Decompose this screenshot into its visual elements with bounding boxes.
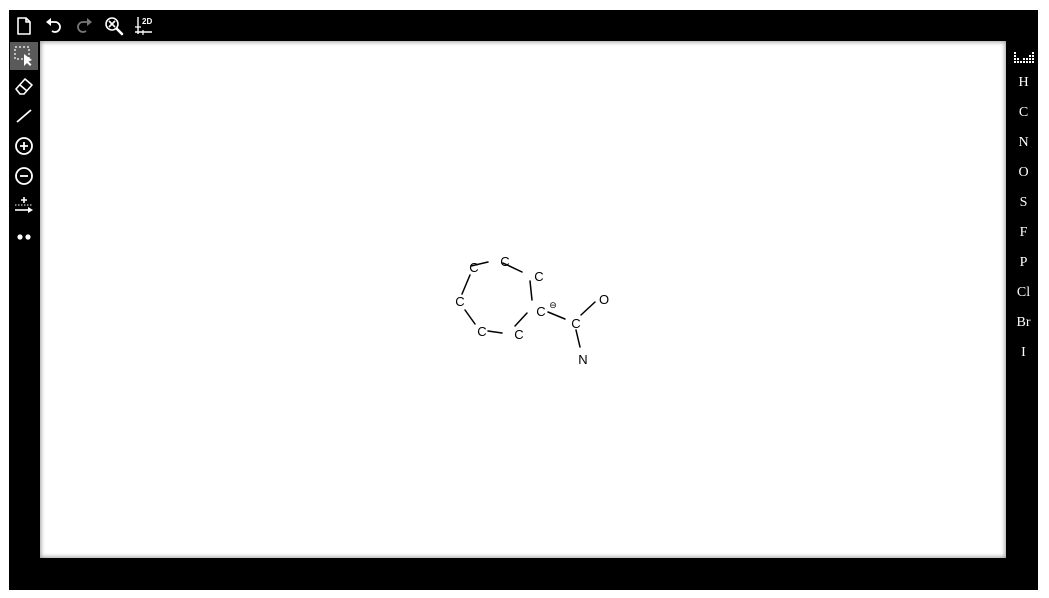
periodic-table-icon: [1013, 52, 1034, 63]
atom-c4[interactable]: C: [536, 304, 545, 319]
element-button-f[interactable]: F: [1009, 219, 1038, 247]
element-button-s[interactable]: S: [1009, 189, 1038, 217]
element-button-h[interactable]: H: [1009, 69, 1038, 97]
redo-button[interactable]: [71, 13, 97, 39]
positive-charge-icon: [15, 137, 33, 155]
clean-2d-button[interactable]: 2D: [131, 13, 157, 39]
clear-zoom-icon: [105, 17, 124, 36]
bond[interactable]: [464, 309, 476, 325]
element-button-i[interactable]: I: [1009, 339, 1038, 367]
element-button-c[interactable]: C: [1009, 99, 1038, 127]
select-tool-button[interactable]: [10, 42, 38, 70]
bond[interactable]: [529, 280, 533, 301]
negative-charge-button[interactable]: [10, 162, 38, 190]
atom-c2[interactable]: C: [500, 254, 509, 269]
bond-tool-button[interactable]: [10, 102, 38, 130]
atom-nitrogen[interactable]: N: [578, 352, 587, 367]
positive-charge-button[interactable]: [10, 132, 38, 160]
bond[interactable]: [514, 312, 528, 327]
bond-icon: [16, 109, 32, 123]
clean-2d-label: 2D: [142, 17, 152, 26]
atom-c6[interactable]: C: [477, 324, 486, 339]
undo-icon: [46, 18, 61, 33]
editor-frame: 2D C C C C C C C ⊖ C O N H C N O S F P C…: [9, 10, 1038, 590]
atom-oxygen[interactable]: O: [599, 292, 609, 307]
atom-c1[interactable]: C: [469, 260, 478, 275]
bond[interactable]: [547, 311, 566, 320]
atom-c5[interactable]: C: [514, 327, 523, 342]
element-toolbar: H C N O S F P Cl Br I: [1009, 41, 1038, 381]
molecule-drawing: C C C C C C C ⊖ C O N: [455, 254, 609, 367]
element-button-cl[interactable]: Cl: [1009, 279, 1038, 307]
eraser-icon: [15, 78, 33, 95]
undo-button[interactable]: [41, 13, 67, 39]
bond[interactable]: [575, 329, 581, 348]
bond[interactable]: [461, 274, 471, 295]
element-button-o[interactable]: O: [1009, 159, 1038, 187]
bond[interactable]: [487, 330, 503, 334]
atom-c7[interactable]: C: [455, 294, 464, 309]
negative-charge-label: ⊖: [549, 301, 557, 311]
select-icon: [14, 46, 32, 66]
left-toolbar: [9, 41, 39, 261]
clean-2d-icon: 2D: [135, 17, 152, 35]
bond[interactable]: [580, 301, 596, 316]
bond-order-button[interactable]: [10, 192, 38, 220]
periodic-table-button[interactable]: [1009, 43, 1038, 71]
element-button-n[interactable]: N: [1009, 129, 1038, 157]
eraser-tool-button[interactable]: [10, 72, 38, 100]
negative-charge-icon: [15, 167, 33, 185]
drawing-canvas[interactable]: C C C C C C C ⊖ C O N: [40, 41, 1006, 558]
bond-order-icon: [15, 197, 33, 213]
atom-c3[interactable]: C: [534, 269, 543, 284]
element-button-p[interactable]: P: [1009, 249, 1038, 277]
lone-pair-button[interactable]: [10, 222, 38, 250]
atom-carbonyl-c[interactable]: C: [571, 316, 580, 331]
lone-pair-icon: [17, 234, 31, 240]
new-file-button[interactable]: [11, 13, 37, 39]
top-toolbar: 2D: [9, 10, 1038, 41]
redo-icon: [77, 18, 92, 33]
new-file-icon: [17, 17, 31, 35]
element-button-br[interactable]: Br: [1009, 309, 1038, 337]
clear-zoom-button[interactable]: [101, 13, 127, 39]
